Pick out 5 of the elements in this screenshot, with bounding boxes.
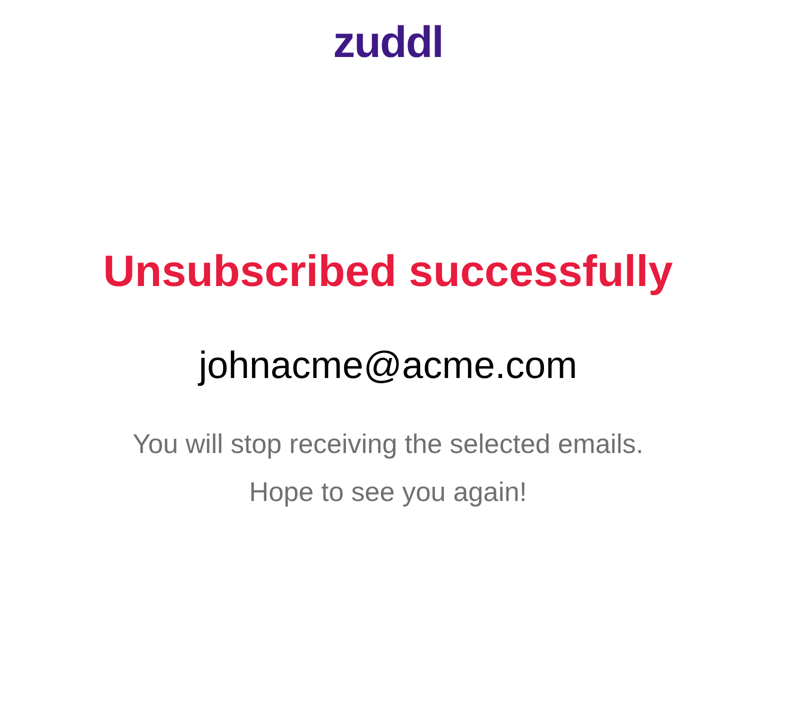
message-text: Hope to see you again! (249, 476, 527, 509)
page-heading: Unsubscribed successfully (103, 246, 673, 298)
logo: zuddl (333, 18, 443, 68)
message-text: You will stop receiving the selected emails. (132, 428, 644, 461)
email-address: johnacme@acme.com (198, 344, 578, 388)
